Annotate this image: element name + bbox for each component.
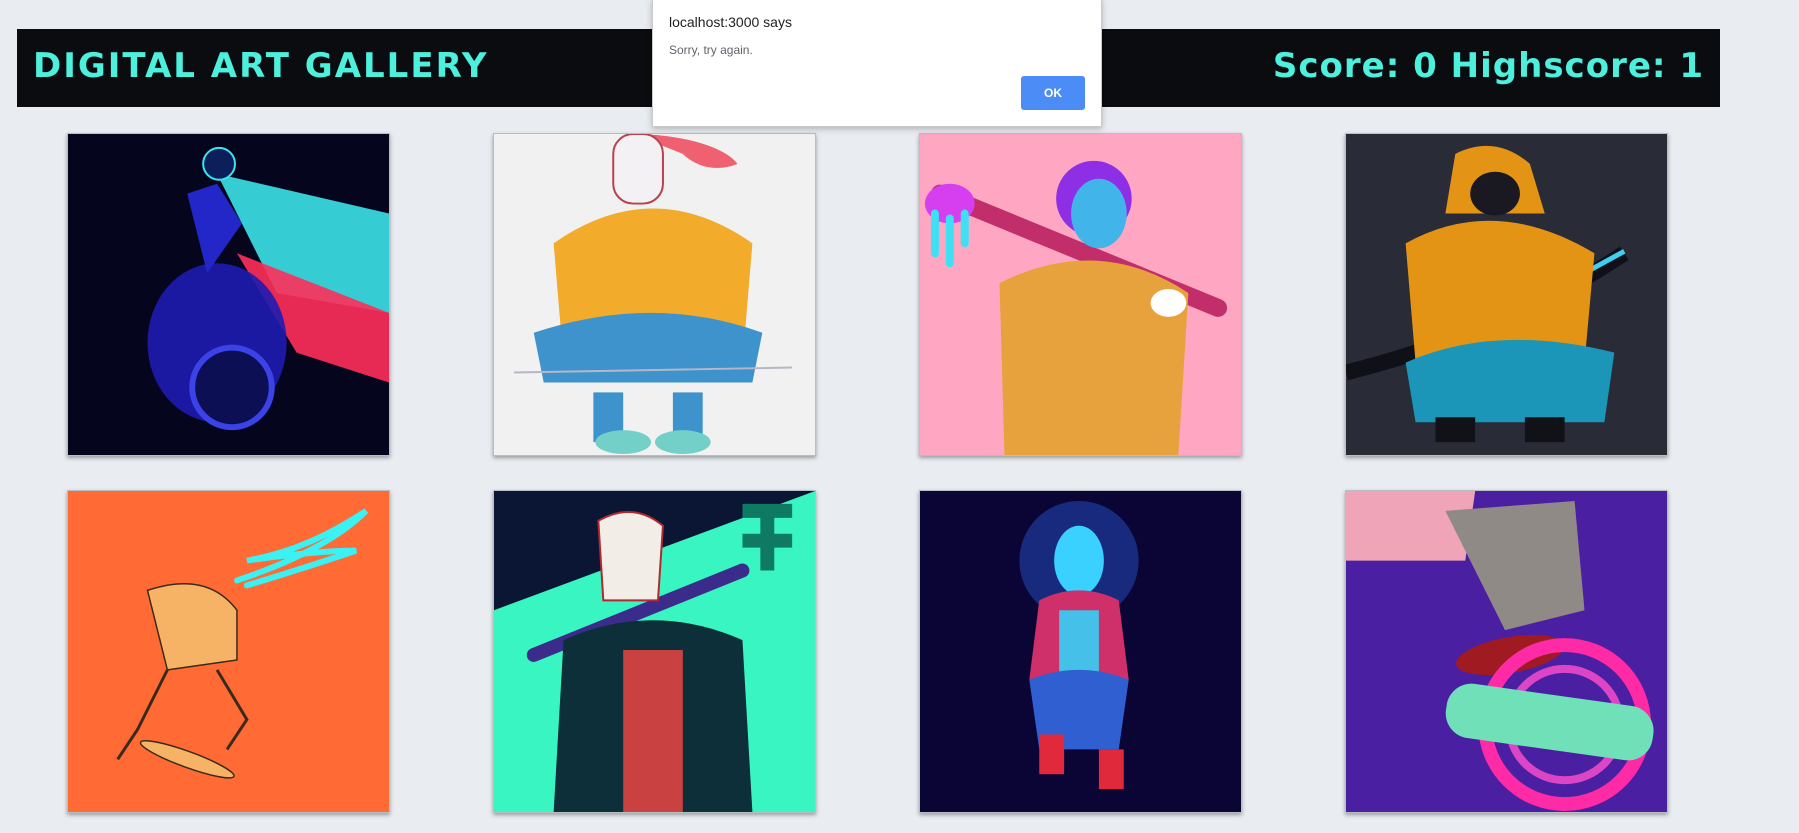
gallery-card-6[interactable] [493, 490, 816, 813]
alert-dialog: localhost:3000 says Sorry, try again. OK [652, 0, 1102, 127]
gallery-card-5[interactable] [67, 490, 390, 813]
score-display: Score: 0 Highscore: 1 [1273, 46, 1704, 86]
artwork-fox-mask-hoodie [494, 134, 815, 455]
artwork-hooded-katana [1346, 134, 1667, 455]
gallery-card-8[interactable] [1345, 490, 1668, 813]
gallery-card-4[interactable] [1345, 133, 1668, 456]
gallery-card-1[interactable] [67, 133, 390, 456]
highscore-text: Highscore: 1 [1450, 46, 1704, 86]
score-text: Score: 0 [1272, 46, 1438, 86]
alert-ok-button[interactable]: OK [1021, 76, 1085, 110]
page-title: DIGITAL ART GALLERY [33, 46, 489, 86]
artwork-skater-sketch [68, 491, 389, 812]
artwork-kitsune-jacket [494, 491, 815, 812]
alert-origin: localhost:3000 says [669, 14, 792, 30]
artwork-oni-with-bat [920, 134, 1241, 455]
gallery-card-3[interactable] [919, 133, 1242, 456]
gallery-card-7[interactable] [919, 490, 1242, 813]
artwork-fox-spirit [920, 491, 1241, 812]
alert-message: Sorry, try again. [669, 43, 753, 57]
artwork-skateboard-kickflip [1346, 491, 1667, 812]
artwork-motorcycle-rider [68, 134, 389, 455]
gallery-card-2[interactable] [493, 133, 816, 456]
